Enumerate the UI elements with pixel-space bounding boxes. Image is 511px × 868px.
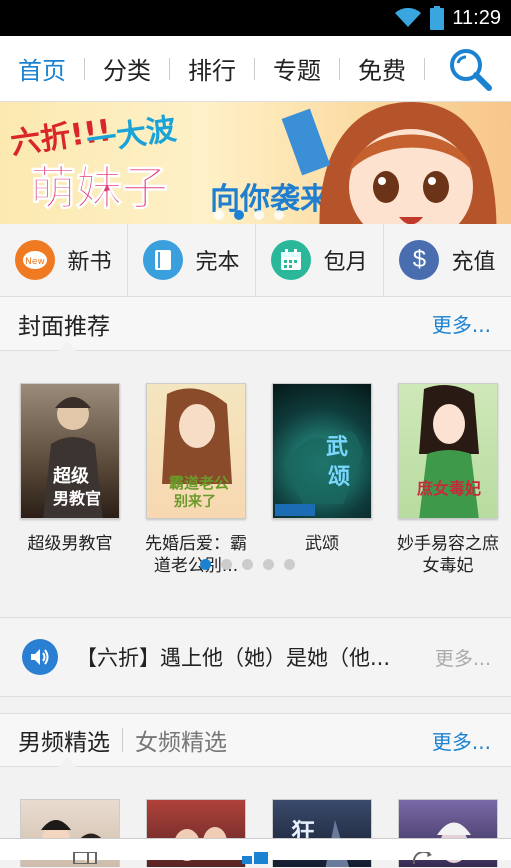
picks-more-link[interactable]: 更多... — [432, 726, 491, 755]
book-card[interactable]: 超级 男教官 超级男教官 — [20, 383, 120, 577]
svg-text:颂: 颂 — [328, 465, 350, 490]
quick-label: 充值 — [451, 250, 496, 275]
tab-ranking[interactable]: 排行 — [170, 36, 254, 102]
book-card[interactable]: 武 颂 武颂 — [272, 383, 372, 577]
tab-home[interactable]: 首页 — [0, 36, 84, 102]
quick-recharge[interactable]: $ 充值 — [384, 224, 511, 296]
clock: 11:29 — [452, 6, 501, 29]
search-icon[interactable] — [447, 46, 493, 92]
discover-icon[interactable] — [410, 849, 438, 865]
tab-male-picks[interactable]: 男频精选 — [18, 723, 110, 757]
quick-actions: New 新书 完本 包月 $ 充值 — [0, 224, 511, 297]
banner-pager — [214, 210, 284, 220]
tab-divider — [122, 728, 123, 752]
bookstore-icon[interactable] — [242, 849, 270, 864]
pager-dot[interactable] — [242, 559, 253, 570]
banner-dot[interactable] — [214, 210, 224, 220]
svg-text:男教官: 男教官 — [53, 489, 101, 508]
quick-label: 完本 — [195, 250, 240, 275]
banner-dot[interactable] — [254, 210, 264, 220]
speaker-icon — [22, 639, 58, 675]
pager-dot[interactable] — [263, 559, 274, 570]
section-title: 封面推荐 — [18, 313, 110, 340]
tab-divider — [424, 57, 425, 80]
quick-completed[interactable]: 完本 — [128, 224, 256, 296]
tab-female-picks[interactable]: 女频精选 — [135, 723, 227, 757]
announcement-more-link[interactable]: 更多... — [435, 644, 491, 671]
svg-text:庶女毒妃: 庶女毒妃 — [417, 479, 481, 498]
book-title[interactable]: 武颂 — [267, 533, 377, 555]
svg-text:武: 武 — [326, 435, 348, 460]
pager-dot[interactable] — [284, 559, 295, 570]
book-title[interactable]: 妙手易容之庶女毒妃 — [393, 533, 503, 577]
featured-header: 封面推荐 更多... — [0, 297, 511, 361]
book-cover[interactable]: 庶女毒妃 — [398, 383, 498, 519]
featured-more-link[interactable]: 更多... — [432, 309, 491, 338]
book-title[interactable]: 先婚后爱：霸道老公别... — [141, 533, 251, 577]
pager-dot[interactable] — [221, 559, 232, 570]
section-gap — [0, 697, 511, 713]
book-cover[interactable]: 霸道老公 别来了 — [146, 383, 246, 519]
calendar-icon — [271, 240, 312, 280]
book-cover[interactable]: 武 颂 — [272, 383, 372, 519]
book-card[interactable]: 庶女毒妃 妙手易容之庶女毒妃 — [397, 383, 499, 577]
book-cover[interactable]: 超级 男教官 — [20, 383, 120, 519]
dollar-icon: $ — [399, 240, 440, 280]
featured-carousel: 超级 男教官 超级男教官 霸道老公 别来了 先婚后爱：霸道老公别... 武 颂 … — [0, 351, 511, 617]
carousel-pager — [200, 559, 295, 570]
bottom-tab-bar — [0, 838, 511, 865]
new-badge-icon: New — [15, 240, 56, 280]
quick-new-books[interactable]: New 新书 — [0, 224, 128, 296]
pager-dot-active[interactable] — [200, 559, 211, 570]
tab-category[interactable]: 分类 — [85, 36, 169, 102]
picks-header: 男频精选 女频精选 更多... — [0, 713, 511, 777]
top-nav: 首页 分类 排行 专题 免费 — [0, 36, 511, 102]
svg-text:别来了: 别来了 — [173, 494, 216, 510]
quick-label: 新书 — [67, 250, 112, 275]
bookshelf-icon[interactable] — [72, 849, 100, 865]
battery-icon — [430, 6, 445, 30]
banner-dot[interactable] — [274, 210, 284, 220]
status-bar: 11:29 — [0, 0, 511, 36]
anime-girl-illustration — [281, 102, 497, 224]
tab-topics[interactable]: 专题 — [255, 36, 339, 102]
book-title[interactable]: 超级男教官 — [15, 533, 125, 555]
announcement-bar[interactable]: 【六折】遇上他（她）是她（他... 更多... — [0, 617, 511, 697]
svg-text:霸道老公: 霸道老公 — [169, 474, 229, 492]
quick-label: 包月 — [323, 250, 368, 275]
svg-text:New: New — [26, 257, 46, 267]
announcement-text[interactable]: 【六折】遇上他（她）是她（他... — [76, 642, 425, 672]
banner-text-headline: 萌妹子 — [30, 161, 169, 216]
banner-dot-active[interactable] — [234, 210, 244, 220]
quick-monthly[interactable]: 包月 — [256, 224, 384, 296]
svg-text:超级: 超级 — [53, 465, 90, 487]
promo-banner[interactable]: 六折!!! 一大波 萌妹子 向你袭来 — [0, 102, 511, 224]
tab-free[interactable]: 免费 — [340, 36, 424, 102]
book-card[interactable]: 霸道老公 别来了 先婚后爱：霸道老公别... — [145, 383, 247, 577]
wifi-icon — [394, 7, 422, 29]
book-icon — [143, 240, 184, 280]
